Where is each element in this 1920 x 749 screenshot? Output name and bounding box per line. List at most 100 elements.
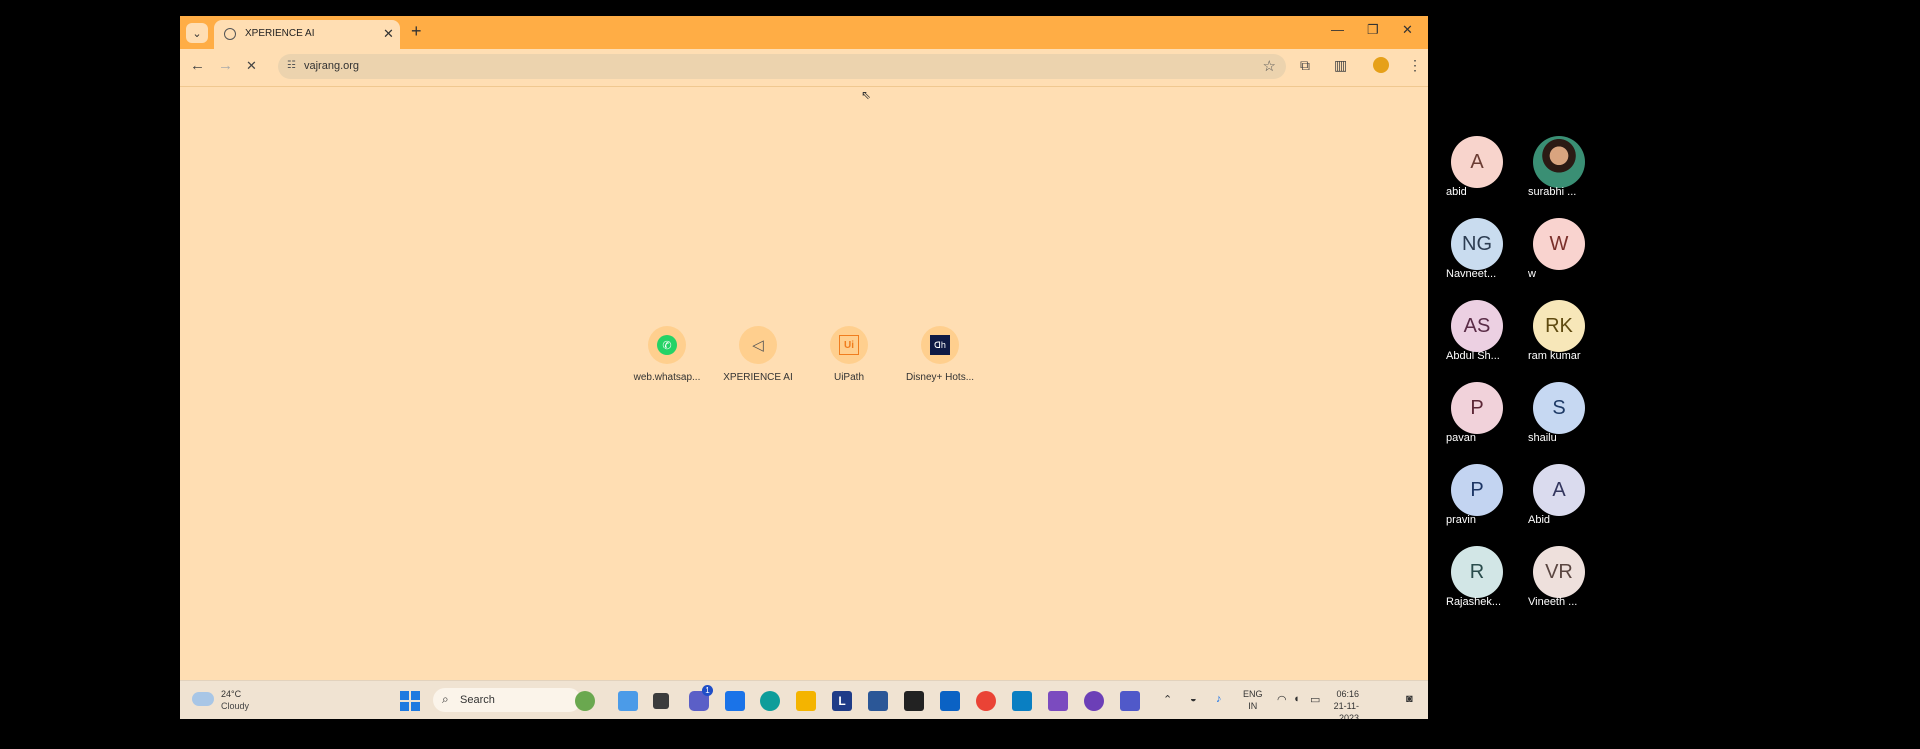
forward-arrow-icon[interactable]: →	[218, 57, 233, 74]
start-button[interactable]	[400, 691, 420, 711]
participant-avatar: A	[1533, 464, 1585, 516]
shortcut-tile: ✆	[648, 326, 686, 364]
participant-avatar: AS	[1451, 300, 1503, 352]
participant-tile: RK ram kumar	[1528, 300, 1610, 362]
shortcut-label: XPERIENCE AI	[723, 372, 793, 383]
extensions-icon[interactable]: ⧉	[1300, 57, 1310, 74]
notifications-icon[interactable]: ◙	[1406, 693, 1413, 705]
minimize-button[interactable]: —	[1331, 22, 1344, 37]
weather-temp: 24°C	[221, 689, 242, 699]
language-indicator[interactable]: ENG IN	[1243, 688, 1263, 712]
wifi-icon[interactable]: ◠	[1277, 693, 1287, 706]
search-placeholder: Search	[460, 694, 495, 706]
lang-region: IN	[1248, 701, 1258, 711]
chrome-icon[interactable]	[976, 691, 996, 711]
address-bar[interactable]: ☷ vajrang.org ☆	[278, 54, 1286, 79]
start-pane	[400, 702, 409, 711]
browser-window: ⌄ XPERIENCE AI ✕ + — ❐ ✕ ← → ✕ ☷ vajrang…	[180, 16, 1428, 719]
participant-avatar: P	[1451, 382, 1503, 434]
participant-avatar: P	[1451, 464, 1503, 516]
participant-tile: A abid	[1446, 136, 1528, 198]
start-pane	[400, 691, 409, 700]
participant-name: Vineeth ...	[1528, 596, 1578, 608]
widgets-icon[interactable]	[575, 691, 595, 711]
skype-icon[interactable]	[1012, 691, 1032, 711]
clock-time: 06:16	[1336, 689, 1359, 699]
github-icon[interactable]	[1084, 691, 1104, 711]
profile-avatar[interactable]	[1373, 57, 1389, 73]
title-bar: ⌄ XPERIENCE AI ✕ + — ❐ ✕	[180, 16, 1428, 49]
shortcut-whatsapp[interactable]: ✆ web.whatsap...	[627, 326, 707, 383]
browser-toolbar: ← → ✕ ☷ vajrang.org ☆ ⧉ ▥ ⋮	[180, 49, 1428, 87]
participant-name: pravin	[1446, 514, 1476, 526]
uipath-icon: Ui	[839, 335, 859, 355]
participant-name: w	[1528, 268, 1536, 280]
tab-xperience-ai[interactable]: XPERIENCE AI ✕	[214, 20, 400, 49]
tab-close-icon[interactable]: ✕	[383, 26, 394, 42]
disney-hotstar-icon: ᗡh	[930, 335, 950, 355]
participant-avatar: W	[1533, 218, 1585, 270]
notification-badge: 1	[702, 685, 713, 696]
participant-name: Rajashek...	[1446, 596, 1502, 608]
shortcut-label: Disney+ Hots...	[905, 372, 975, 383]
clock-date: 21-11-2023	[1333, 701, 1359, 719]
restore-button[interactable]: ❐	[1367, 22, 1379, 38]
tray-overflow-icon[interactable]: ⌃	[1163, 693, 1172, 706]
bookmark-star-icon[interactable]: ☆	[1263, 57, 1276, 75]
stop-loading-icon[interactable]: ✕	[246, 58, 257, 74]
app-purple-icon[interactable]	[1048, 691, 1068, 711]
xperience-icon: ◁	[752, 337, 764, 354]
mail-icon[interactable]	[940, 691, 960, 711]
lang-code: ENG	[1243, 689, 1263, 699]
participant-tile: P pavan	[1446, 382, 1528, 444]
mic-icon[interactable]: ♪	[1216, 693, 1222, 705]
taskbar-search[interactable]: ⌕ Search	[433, 688, 581, 712]
participant-tile: W w	[1528, 218, 1610, 280]
start-pane	[411, 702, 420, 711]
task-view-icon[interactable]	[653, 693, 669, 709]
search-icon: ⌕	[442, 692, 449, 706]
participant-tile: VR Vineeth ...	[1528, 546, 1610, 608]
file-explorer-icon[interactable]	[796, 691, 816, 711]
store-icon[interactable]	[868, 691, 888, 711]
participant-name: abid	[1446, 186, 1467, 198]
shortcut-xperience-ai[interactable]: ◁ XPERIENCE AI	[718, 326, 798, 383]
participant-photo	[1533, 136, 1585, 188]
mouse-cursor-icon: ⇖	[861, 88, 872, 102]
shortcut-tile: ᗡh	[921, 326, 959, 364]
site-info-icon[interactable]: ☷	[287, 60, 299, 72]
new-tab-button[interactable]: +	[411, 21, 422, 42]
close-window-button[interactable]: ✕	[1402, 22, 1413, 38]
teams-icon[interactable]	[1120, 691, 1140, 711]
app-l-icon[interactable]: L	[832, 691, 852, 711]
participant-avatar: S	[1533, 382, 1585, 434]
participant-tile: A Abid	[1528, 464, 1610, 526]
clock[interactable]: 06:16 21-11-2023	[1315, 688, 1359, 719]
sticky-app-icon[interactable]	[904, 691, 924, 711]
participant-name: shailu	[1528, 432, 1557, 444]
participant-avatar: NG	[1451, 218, 1503, 270]
url-text: vajrang.org	[304, 60, 360, 72]
side-panel-icon[interactable]: ▥	[1334, 57, 1347, 74]
participant-avatar: R	[1451, 546, 1503, 598]
app-blue-icon[interactable]	[725, 691, 745, 711]
shortcut-tile: Ui	[830, 326, 868, 364]
participant-tile: NG Navneet...	[1446, 218, 1528, 280]
copilot-icon[interactable]	[618, 691, 638, 711]
menu-dots-icon[interactable]: ⋮	[1408, 57, 1422, 74]
participant-name: Abid	[1528, 514, 1551, 526]
windows-taskbar: 24°C Cloudy ⌕ Search 1 L ⌃ ◒ ♪ ENG IN ◠ …	[180, 680, 1428, 719]
volume-icon[interactable]: ◖	[1293, 693, 1300, 705]
participant-name: ram kumar	[1528, 350, 1581, 362]
participant-avatar: VR	[1533, 546, 1585, 598]
shortcut-disney-hotstar[interactable]: ᗡh Disney+ Hots...	[900, 326, 980, 383]
edge-icon[interactable]	[760, 691, 780, 711]
tab-favicon-icon	[224, 28, 236, 40]
participant-tile: surabhi ...	[1528, 136, 1610, 198]
back-arrow-icon[interactable]: ←	[190, 57, 205, 74]
shortcut-uipath[interactable]: Ui UiPath	[809, 326, 889, 383]
network-icon[interactable]: ◒	[1190, 693, 1197, 705]
participant-avatar: A	[1451, 136, 1503, 188]
tab-search-button[interactable]: ⌄	[186, 23, 208, 43]
participant-tile: AS Abdul Sh...	[1446, 300, 1528, 362]
